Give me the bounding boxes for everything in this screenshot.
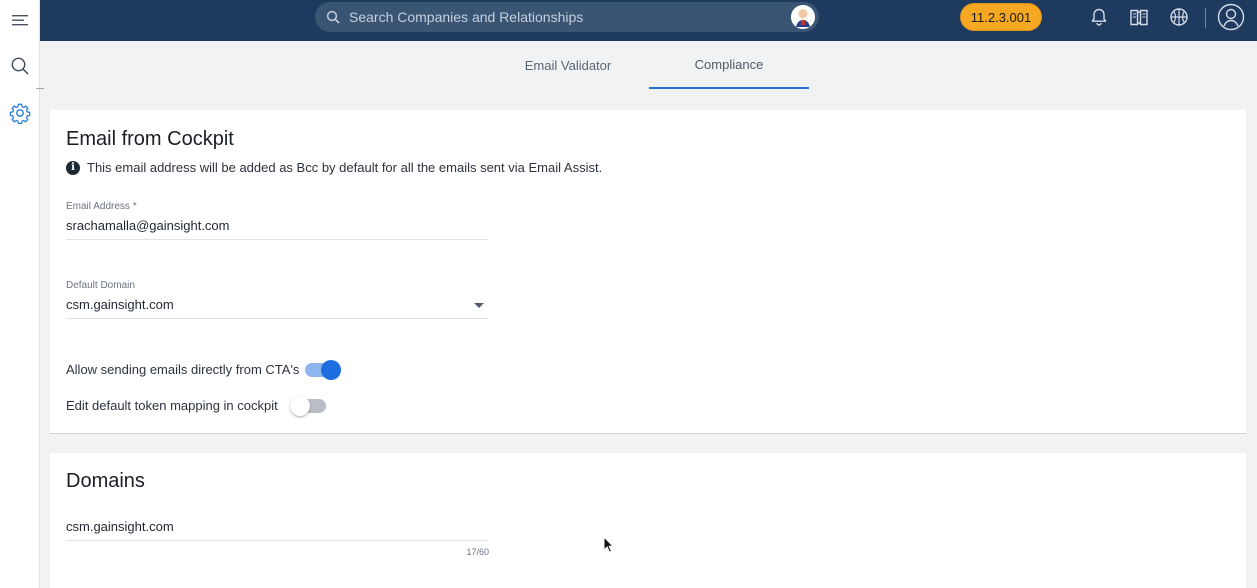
chevron-down-icon[interactable] [474,303,484,308]
basketball-icon[interactable] [1167,5,1191,29]
hamburger-menu-icon[interactable] [0,0,40,40]
left-rail [0,0,44,588]
info-message: i This email address will be added as Bc… [66,160,602,175]
toggle-cta-switch[interactable] [305,359,342,380]
card-title: Domains [66,470,145,492]
toggle-knob [289,395,310,416]
card-title: Email from Cockpit [66,128,234,150]
default-domain-select[interactable]: csm.gainsight.com [66,297,488,319]
toggle-token-switch[interactable] [289,395,326,416]
mouse-pointer-icon [603,535,615,559]
topbar-divider [1205,8,1206,28]
toggle-row-cta: Allow sending emails directly from CTA's [66,359,342,380]
book-icon[interactable] [1127,5,1151,29]
assistant-avatar[interactable] [791,5,815,29]
gear-icon[interactable] [0,93,40,133]
version-badge: 11.2.3.001 [960,3,1042,31]
email-address-label: Email Address * [66,201,137,212]
search-icon[interactable] [0,46,40,86]
top-bar: 11.2.3.001 [40,0,1257,41]
email-address-field[interactable]: srachamalla@gainsight.com [66,218,488,240]
search-input[interactable] [349,7,769,27]
domain-input[interactable]: csm.gainsight.com [66,519,488,541]
bell-icon[interactable] [1087,5,1111,29]
info-icon: i [66,160,80,175]
search-icon [326,10,340,29]
settings-tabs: Email Validator Compliance [40,41,1257,89]
default-domain-label: Default Domain [66,280,135,291]
toggle-cta-label: Allow sending emails directly from CTA's [66,362,300,377]
char-counter: 17/60 [466,547,489,557]
toggle-knob [321,359,342,380]
tab-email-validator[interactable]: Email Validator [489,41,647,89]
global-search[interactable] [315,2,819,32]
info-text: This email address will be added as Bcc … [87,160,603,175]
tab-compliance[interactable]: Compliance [649,41,809,89]
domains-card: Domains csm.gainsight.com 17/60 [50,453,1246,588]
toggle-token-label: Edit default token mapping in cockpit [66,398,278,413]
user-profile-icon[interactable] [1217,3,1245,31]
toggle-row-token-mapping: Edit default token mapping in cockpit [66,395,326,416]
email-from-cockpit-card: Email from Cockpit i This email address … [50,110,1246,434]
